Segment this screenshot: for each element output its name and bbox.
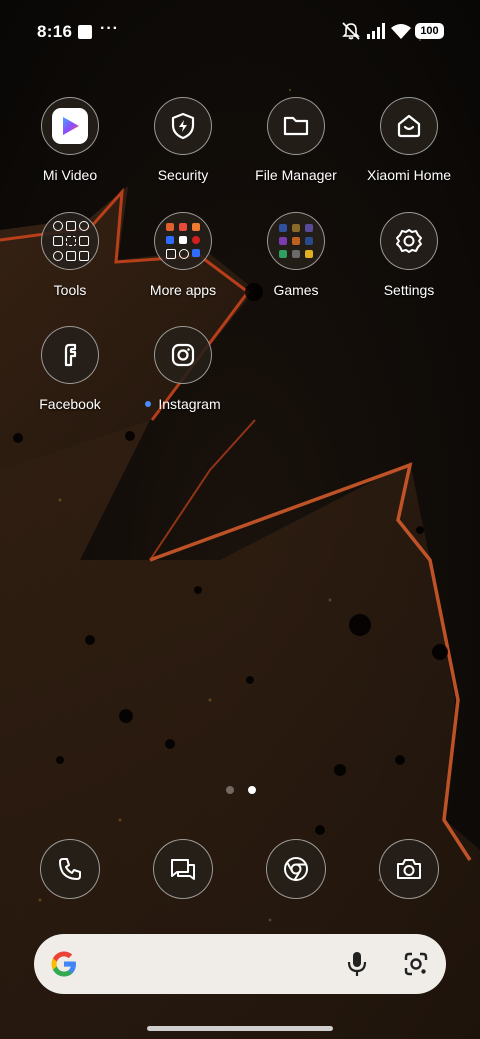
app-label: Instagram [123, 396, 243, 412]
messages-app-icon[interactable] [153, 839, 213, 899]
mini-app-icon [305, 237, 313, 245]
shield-bolt-icon [171, 112, 195, 140]
mini-app-icon [292, 250, 300, 258]
mini-app-icon [179, 236, 187, 244]
mini-app-icon [192, 223, 200, 231]
mini-app-icon [279, 224, 287, 232]
mini-app-icon [66, 236, 76, 246]
mini-app-icon [66, 251, 76, 261]
app-facebook[interactable]: Facebook [10, 326, 130, 412]
file-manager-app-icon[interactable] [267, 97, 325, 155]
more-apps-folder-icon[interactable] [154, 212, 212, 270]
home-icon [397, 114, 421, 138]
app-label: Xiaomi Home [366, 167, 452, 183]
new-install-dot [145, 401, 152, 407]
status-bar: 8:16 ··· 100 [0, 0, 480, 64]
dock-phone[interactable] [40, 839, 100, 899]
mini-app-icon [79, 251, 89, 261]
folder-icon [283, 116, 309, 136]
mini-app-icon [305, 224, 313, 232]
app-instagram[interactable]: Instagram [123, 326, 243, 412]
instagram-icon [171, 343, 195, 367]
mini-app-icon [79, 236, 89, 246]
mini-app-icon [279, 250, 287, 258]
app-file-manager[interactable]: File Manager [236, 97, 356, 183]
app-label: Mi Video [42, 167, 98, 183]
tools-folder-icon[interactable] [41, 212, 99, 270]
mini-app-icon [53, 251, 63, 261]
facebook-app-icon[interactable] [41, 326, 99, 384]
mini-app-icon [179, 249, 189, 259]
app-label-text: Instagram [158, 396, 221, 412]
phone-icon [59, 858, 81, 880]
more-notifications-indicator: ··· [100, 20, 119, 37]
chrome-app-icon[interactable] [266, 839, 326, 899]
mini-app-icon [192, 236, 200, 244]
mini-app-icon [166, 223, 174, 231]
mini-app-icon [292, 224, 300, 232]
app-label: Facebook [39, 396, 101, 412]
dock-chrome[interactable] [266, 839, 326, 899]
mini-app-icon [192, 249, 200, 257]
lens-icon[interactable] [403, 951, 429, 977]
chrome-icon [284, 857, 308, 881]
facebook-icon [64, 343, 77, 367]
page-dot[interactable] [226, 786, 234, 794]
camera-app-icon[interactable] [379, 839, 439, 899]
dock-messages[interactable] [153, 839, 213, 899]
games-folder-icon[interactable] [267, 212, 325, 270]
app-label: Settings [383, 282, 435, 298]
page-dot-active[interactable] [248, 786, 256, 794]
search-input[interactable] [106, 934, 330, 996]
app-label: Security [157, 167, 209, 183]
app-xiaomi-home[interactable]: Xiaomi Home [349, 97, 469, 183]
mini-app-icon [292, 237, 300, 245]
google-search-bar[interactable] [34, 934, 446, 996]
folder-more-apps[interactable]: More apps [123, 212, 243, 298]
microphone-icon[interactable] [347, 950, 367, 978]
app-mi-video[interactable]: Mi Video [10, 97, 130, 183]
folder-label: Tools [53, 282, 87, 298]
image-notification-icon [78, 25, 92, 39]
status-time: 8:16 [37, 22, 73, 41]
camera-icon [397, 859, 421, 879]
app-settings[interactable]: Settings [349, 212, 469, 298]
dock-camera[interactable] [379, 839, 439, 899]
silent-bell-icon [342, 22, 360, 40]
play-icon [52, 108, 88, 144]
battery-icon: 100 [415, 23, 444, 39]
folder-preview [166, 223, 200, 259]
mini-app-icon [305, 250, 313, 258]
mini-app-icon [166, 249, 176, 259]
signal-icon [367, 23, 385, 39]
wifi-icon [391, 24, 411, 39]
folder-preview [279, 224, 313, 258]
settings-app-icon[interactable] [380, 212, 438, 270]
mini-app-icon [53, 236, 63, 246]
messages-icon [171, 859, 195, 880]
instagram-app-icon[interactable] [154, 326, 212, 384]
mini-app-icon [66, 221, 76, 231]
app-security[interactable]: Security [123, 97, 243, 183]
folder-games[interactable]: Games [236, 212, 356, 298]
gear-icon [396, 229, 422, 253]
xiaomi-home-app-icon[interactable] [380, 97, 438, 155]
security-app-icon[interactable] [154, 97, 212, 155]
app-label: File Manager [255, 167, 337, 183]
page-indicator[interactable] [226, 786, 256, 794]
mini-app-icon [53, 221, 63, 231]
folder-tools[interactable]: Tools [10, 212, 130, 298]
mini-app-icon [279, 237, 287, 245]
mini-app-icon [166, 236, 174, 244]
mini-app-icon [79, 221, 89, 231]
folder-label: More apps [149, 282, 217, 298]
phone-app-icon[interactable] [40, 839, 100, 899]
gesture-navigation-bar[interactable] [147, 1026, 333, 1031]
mini-app-icon [179, 223, 187, 231]
mi-video-app-icon[interactable] [41, 97, 99, 155]
google-logo-icon[interactable] [48, 948, 80, 980]
folder-label: Games [273, 282, 319, 298]
folder-preview [53, 221, 89, 261]
